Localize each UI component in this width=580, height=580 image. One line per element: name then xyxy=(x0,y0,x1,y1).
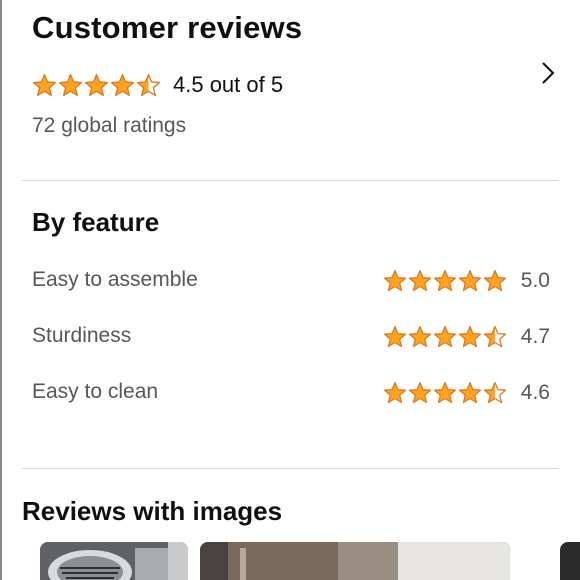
feature-stars xyxy=(383,269,507,293)
star-icon xyxy=(458,269,482,292)
overall-rating-row[interactable]: 4.5 out of 5 xyxy=(32,70,283,100)
star-icon xyxy=(84,73,109,96)
feature-row-sturdiness: Sturdiness 4.7 xyxy=(32,322,550,352)
overall-stars xyxy=(32,73,161,98)
star-icon xyxy=(483,269,507,292)
half-star-icon xyxy=(136,73,161,96)
star-icon xyxy=(32,73,57,96)
feature-label: Sturdiness xyxy=(32,324,132,347)
feature-label: Easy to clean xyxy=(32,380,159,403)
star-icon xyxy=(383,269,407,292)
half-star-icon xyxy=(483,381,507,404)
feature-stars xyxy=(383,325,507,349)
star-icon xyxy=(433,269,457,292)
review-image-thumbnail[interactable] xyxy=(40,542,188,580)
half-star-icon xyxy=(483,325,507,348)
star-icon xyxy=(58,73,83,96)
reviews-with-images-heading: Reviews with images xyxy=(22,496,283,526)
feature-label: Easy to assemble xyxy=(32,268,198,291)
star-icon xyxy=(458,325,482,348)
star-icon xyxy=(433,325,457,348)
feature-row-easy-to-assemble: Easy to assemble 5.0 xyxy=(32,266,550,296)
feature-rating-value: 5.0 xyxy=(520,269,550,292)
feature-rating-value: 4.7 xyxy=(520,325,550,348)
star-icon xyxy=(408,325,432,348)
star-icon xyxy=(408,269,432,292)
star-icon xyxy=(110,73,135,96)
star-icon xyxy=(408,381,432,404)
star-icon xyxy=(433,381,457,404)
overall-rating-text: 4.5 out of 5 xyxy=(173,72,284,97)
star-icon xyxy=(458,381,482,404)
by-feature-heading: By feature xyxy=(32,207,160,237)
window-edge xyxy=(0,0,2,580)
review-image-thumbnail[interactable] xyxy=(200,542,510,580)
feature-rating-value: 4.6 xyxy=(520,381,550,404)
feature-stars xyxy=(383,381,507,405)
customer-reviews-title: Customer reviews xyxy=(32,10,303,45)
global-ratings-count[interactable]: 72 global ratings xyxy=(32,114,186,138)
star-icon xyxy=(383,325,407,348)
star-icon xyxy=(383,381,407,404)
chevron-right-icon[interactable] xyxy=(536,60,560,86)
divider xyxy=(22,468,558,469)
divider xyxy=(22,180,558,181)
review-image-thumbnail[interactable] xyxy=(560,542,580,580)
feature-row-easy-to-clean: Easy to clean 4.6 xyxy=(32,378,550,408)
